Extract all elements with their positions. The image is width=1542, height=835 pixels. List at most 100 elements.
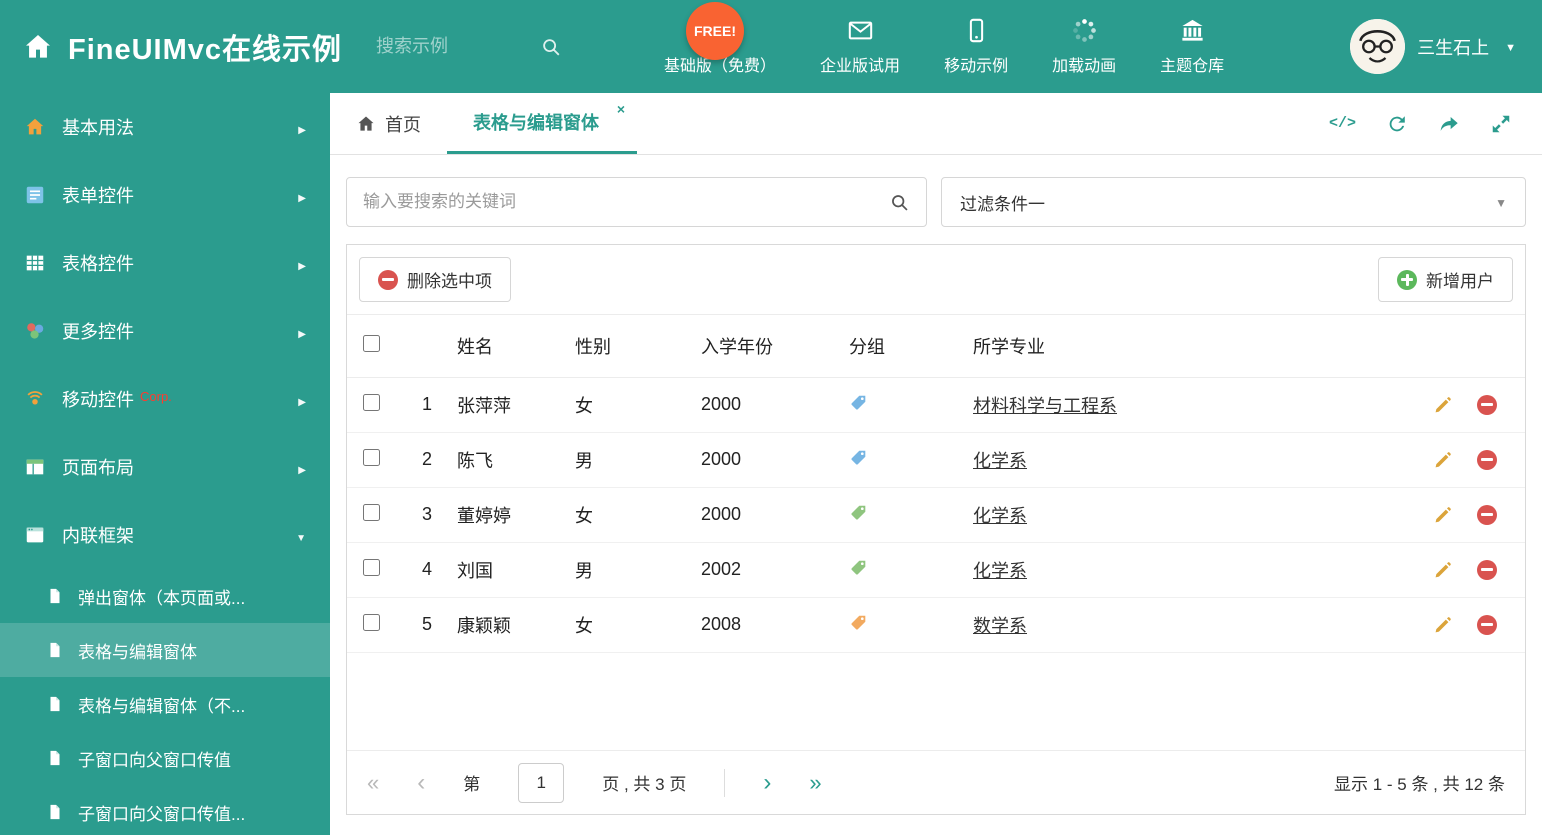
col-header-name[interactable]: 姓名 [455,315,573,378]
sidebar-subitem-label: 子窗口向父窗口传值 [78,750,231,770]
table-row: 4 刘国 男 2002 化学系 [347,542,1525,598]
user-menu[interactable]: 三生石上 [1350,19,1516,74]
sidebar-item-label: 表格控件 [62,254,134,274]
row-checkbox[interactable] [363,558,380,576]
page-number-input[interactable] [518,762,565,803]
row-checkbox[interactable] [363,613,380,631]
sidebar-item-basic-usage[interactable]: 基本用法 [0,93,330,161]
tab-grid-edit-window[interactable]: 表格与编辑窗体 [447,93,637,154]
nav-label: 企业版试用 [820,58,901,75]
major-link[interactable]: 化学系 [973,506,1027,526]
select-all-checkbox[interactable] [363,334,380,352]
tab-home[interactable]: 首页 [330,93,447,154]
first-page-icon[interactable] [367,772,379,794]
last-page-icon[interactable] [809,772,821,794]
data-grid: 姓名 性别 入学年份 分组 所学专业 1 张萍萍 女 2000 材料科学与工程系… [347,315,1525,653]
sidebar-item-label: 表单控件 [62,186,134,206]
cell-gender: 女 [573,487,699,543]
free-badge: FREE! [686,2,744,60]
share-icon[interactable] [1438,113,1460,135]
frame-icon [26,527,44,543]
sidebar-item-more-controls[interactable]: 更多控件 [0,297,330,365]
col-header-group[interactable]: 分组 [847,315,971,378]
nav-loading-animation[interactable]: 加载动画 [1052,17,1116,76]
sidebar-item-inline-frame[interactable]: 内联框架 [0,501,330,569]
delete-selected-button[interactable]: 删除选中项 [359,257,511,302]
keyword-search-input[interactable] [363,192,889,212]
house-icon [26,118,44,135]
major-link[interactable]: 材料科学与工程系 [973,396,1117,416]
delete-icon[interactable] [1477,394,1497,415]
major-link[interactable]: 数学系 [973,616,1027,636]
file-icon [50,696,60,712]
page-label-before: 第 [463,775,481,794]
chevron-down-icon [296,525,306,546]
source-code-icon[interactable] [1329,115,1356,132]
header-search-input[interactable] [376,36,527,57]
keyword-search-box [346,177,927,227]
nav-theme-store[interactable]: 主题仓库 [1160,17,1224,76]
sidebar-subitem-child-to-parent-2[interactable]: 子窗口向父窗口传值... [0,785,330,835]
edit-icon[interactable] [1433,560,1453,580]
sidebar-subitem-label: 子窗口向父窗口传值... [78,804,246,824]
chevron-right-icon [298,117,306,138]
search-icon[interactable] [889,192,910,213]
delete-icon[interactable] [1477,449,1497,470]
chevron-right-icon [298,389,306,410]
col-header-gender[interactable]: 性别 [573,315,699,378]
edit-icon[interactable] [1433,395,1453,415]
filter-dropdown[interactable]: 过滤条件一 [941,177,1526,227]
sidebar-subitem-grid-edit-window-2[interactable]: 表格与编辑窗体（不... [0,677,330,731]
avatar [1350,19,1406,74]
tag-icon [849,393,868,412]
plus-circle-icon [1397,269,1417,290]
cell-year: 2000 [699,377,847,433]
major-link[interactable]: 化学系 [973,561,1027,581]
add-user-button[interactable]: 新增用户 [1378,257,1513,302]
row-checkbox[interactable] [363,448,380,466]
shapes-icon [27,323,44,339]
app-home-icon[interactable] [22,31,54,63]
refresh-icon[interactable] [1386,113,1408,135]
cell-gender: 男 [573,432,699,488]
filter-row: 过滤条件一 [346,177,1526,227]
close-icon[interactable] [617,101,625,117]
sidebar-subitem-grid-edit-window[interactable]: 表格与编辑窗体 [0,623,330,677]
envelope-icon [848,21,872,40]
sidebar-item-page-layout[interactable]: 页面布局 [0,433,330,501]
header-nav: 基础版（免费） 企业版试用 移动示例 加载动画 主题仓库 [664,17,1224,76]
cell-name: 康颖颖 [455,597,573,653]
edit-icon[interactable] [1433,505,1453,525]
delete-icon[interactable] [1477,559,1497,580]
sidebar-item-mobile-controls[interactable]: 移动控件 Corp. [0,365,330,433]
next-page-icon[interactable] [763,771,771,795]
edit-icon[interactable] [1433,450,1453,470]
row-checkbox[interactable] [363,503,380,521]
sidebar-item-form-controls[interactable]: 表单控件 [0,161,330,229]
file-icon [50,588,60,604]
sidebar-item-label: 基本用法 [62,118,134,138]
cell-gender: 女 [573,377,699,433]
nav-label: 加载动画 [1052,58,1117,75]
nav-mobile-demo[interactable]: 移动示例 [944,17,1008,76]
col-header-year[interactable]: 入学年份 [699,315,847,378]
sidebar-item-label: 更多控件 [62,322,134,342]
search-icon[interactable] [540,36,562,58]
major-link[interactable]: 化学系 [973,451,1027,471]
expand-icon[interactable] [1490,113,1512,135]
row-checkbox[interactable] [363,393,380,411]
sidebar-subitem-popup-window[interactable]: 弹出窗体（本页面或... [0,569,330,623]
spinner-icon [1072,19,1096,42]
col-header-major[interactable]: 所学专业 [971,315,1407,378]
bank-icon [1181,19,1203,41]
row-number: 2 [399,432,455,488]
sidebar-item-grid-controls[interactable]: 表格控件 [0,229,330,297]
delete-icon[interactable] [1477,614,1497,635]
nav-enterprise-trial[interactable]: 企业版试用 [820,17,900,76]
edit-icon[interactable] [1433,615,1453,635]
prev-page-icon[interactable] [417,771,425,795]
sidebar-subitem-child-to-parent[interactable]: 子窗口向父窗口传值 [0,731,330,785]
col-header-actions [1407,315,1525,378]
cell-year: 2000 [699,432,847,488]
delete-icon[interactable] [1477,504,1497,525]
